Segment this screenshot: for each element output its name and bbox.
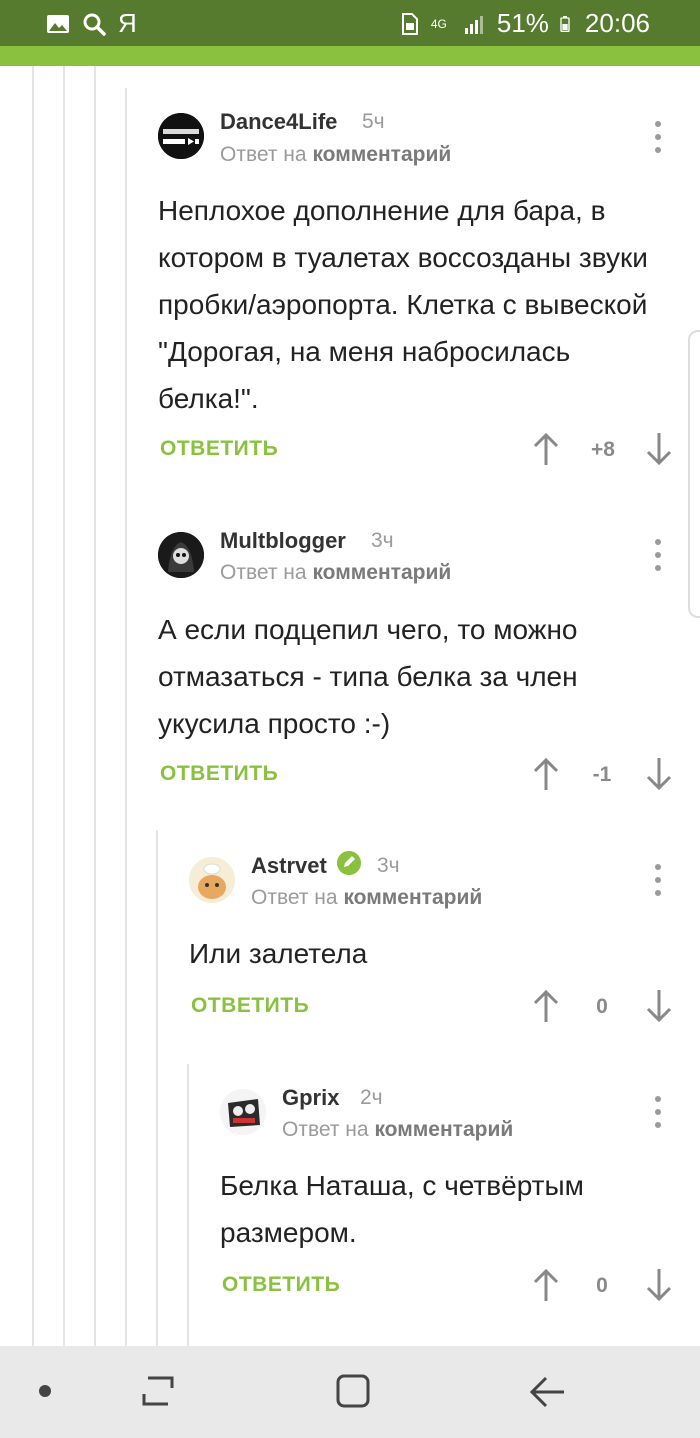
battery-percent: 51% [496, 8, 549, 38]
back-icon[interactable] [528, 1372, 568, 1412]
battery-icon [560, 15, 570, 32]
thread-line[interactable] [187, 1064, 189, 1346]
downvote-arrow-icon[interactable] [644, 756, 674, 792]
sim-icon [401, 12, 418, 35]
comment-time: 5ч [362, 110, 385, 133]
carrier-glyph: Я [118, 8, 137, 38]
vote-score: 0 [596, 1274, 608, 1297]
reply-button[interactable]: ОТВЕТИТЬ [160, 437, 278, 461]
reply-to-link[interactable]: комментарий [343, 886, 482, 909]
reply-to: Ответ на комментарий [220, 143, 451, 167]
comment-body: Или залетела [189, 938, 368, 969]
reply-to-link[interactable]: комментарий [312, 143, 451, 166]
upvote-arrow-icon[interactable] [531, 988, 561, 1024]
more-menu-icon[interactable] [648, 1096, 668, 1128]
upvote-arrow-icon[interactable] [531, 431, 561, 467]
upvote-arrow-icon[interactable] [531, 756, 561, 792]
more-menu-icon[interactable] [648, 864, 668, 896]
reply-button[interactable]: ОТВЕТИТЬ [191, 994, 309, 1018]
vote-score: -1 [592, 763, 612, 786]
reply-button[interactable]: ОТВЕТИТЬ [160, 762, 278, 786]
home-icon[interactable] [334, 1372, 372, 1410]
thread-line[interactable] [125, 88, 127, 1346]
scroll-indicator[interactable] [688, 330, 700, 618]
reply-prefix: Ответ на [220, 143, 307, 166]
reply-to: Ответ на комментарий [251, 886, 482, 910]
reply-prefix: Ответ на [251, 886, 338, 909]
author-name[interactable]: Dance4Life [220, 109, 337, 135]
recent-apps-icon[interactable] [138, 1372, 178, 1412]
author-name[interactable]: Multblogger [220, 528, 346, 554]
network-type: 4G [430, 16, 447, 31]
reply-button[interactable]: ОТВЕТИТЬ [222, 1273, 340, 1297]
verified-check-icon [337, 851, 361, 875]
more-menu-icon[interactable] [648, 539, 668, 571]
reply-to-link[interactable]: комментарий [374, 1118, 513, 1141]
header-accent-bar [0, 46, 700, 66]
search-icon [83, 13, 106, 36]
thread-line[interactable] [32, 66, 34, 1346]
author-name[interactable]: Gprix [282, 1085, 339, 1111]
reply-to: Ответ на комментарий [220, 561, 451, 585]
image-icon [47, 14, 69, 33]
comment-body: Неплохое дополнение для бара, в котором … [158, 195, 648, 414]
signal-icon [464, 15, 483, 34]
reply-to-link[interactable]: комментарий [312, 561, 451, 584]
status-bar: Я 4G 51% 20:06 [0, 0, 700, 46]
dot-icon[interactable] [38, 1384, 52, 1398]
downvote-arrow-icon[interactable] [644, 431, 674, 467]
vote-score: 0 [596, 995, 608, 1018]
reply-prefix: Ответ на [220, 561, 307, 584]
clock: 20:06 [584, 8, 650, 38]
thread-line[interactable] [94, 66, 96, 1346]
avatar[interactable] [220, 1089, 266, 1135]
comment-body: Белка Наташа, с четвёртым размером. [220, 1170, 584, 1248]
more-menu-icon[interactable] [648, 121, 668, 153]
author-name[interactable]: Astrvet [251, 853, 327, 879]
comment-body: А если подцепил чего, то можно отмазатьс… [158, 614, 578, 739]
avatar[interactable] [158, 113, 204, 159]
avatar[interactable] [158, 532, 204, 578]
downvote-arrow-icon[interactable] [644, 1267, 674, 1303]
reply-to: Ответ на комментарий [282, 1118, 513, 1142]
downvote-arrow-icon[interactable] [644, 988, 674, 1024]
reply-prefix: Ответ на [282, 1118, 369, 1141]
avatar[interactable] [189, 857, 235, 903]
comment-time: 2ч [360, 1086, 383, 1109]
comment-time: 3ч [371, 529, 394, 552]
vote-score: +8 [591, 438, 615, 461]
comment-time: 3ч [377, 854, 400, 877]
thread-line[interactable] [156, 830, 158, 1346]
system-nav-bar [0, 1346, 700, 1438]
thread-line[interactable] [63, 66, 65, 1346]
upvote-arrow-icon[interactable] [531, 1267, 561, 1303]
